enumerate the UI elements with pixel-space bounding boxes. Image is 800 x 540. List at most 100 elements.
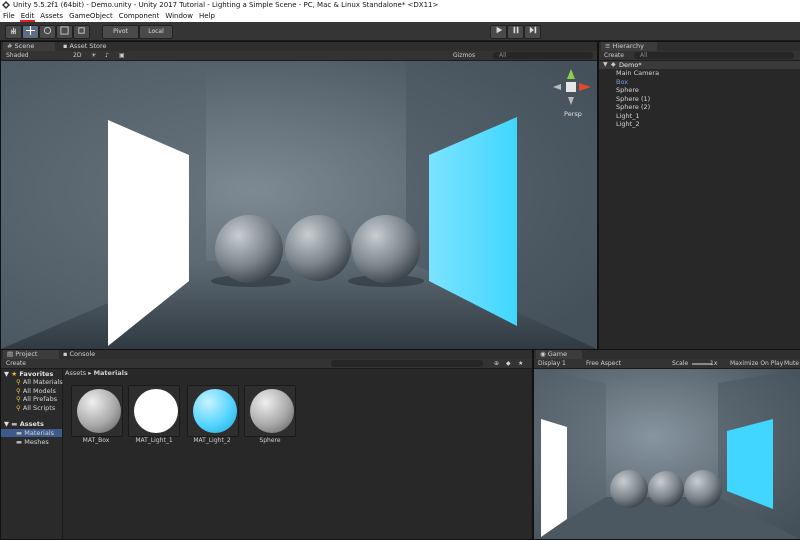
rotate-tool-button[interactable]: [39, 25, 56, 39]
rect-icon: [78, 27, 85, 34]
asset-label: MAT_Light_1: [135, 437, 173, 444]
window-title-bar: Unity 5.5.2f1 (64bit) - Demo.unity - Uni…: [0, 0, 800, 11]
rotate-icon: [43, 26, 52, 35]
filter-by-type-icon[interactable]: ⊕: [494, 359, 499, 368]
hierarchy-item-box[interactable]: Box: [616, 78, 659, 87]
material-preview-sphere: [77, 389, 121, 433]
favorite-all-prefabs[interactable]: ⚲ All Prefabs: [16, 395, 63, 404]
project-folder-tree: ▼ ★ Favorites ⚲ All Materials ⚲ All Mode…: [1, 369, 63, 539]
folder-icon: ▬: [16, 437, 23, 446]
scene-search-input[interactable]: All: [493, 52, 593, 59]
aspect-dropdown[interactable]: Free Aspect: [586, 359, 621, 368]
expand-arrow-icon[interactable]: ▼: [4, 370, 9, 378]
asset-tile-mat-box[interactable]: [71, 385, 123, 437]
2d-toggle[interactable]: 2D: [73, 51, 81, 60]
tab-project[interactable]: ▤ Project: [3, 350, 59, 359]
search-icon: ⚲: [16, 395, 21, 404]
hierarchy-item-sphere[interactable]: Sphere: [616, 86, 659, 95]
project-search-input[interactable]: [331, 360, 483, 367]
hierarchy-item-main-camera[interactable]: Main Camera: [616, 69, 659, 78]
menu-help[interactable]: Help: [196, 11, 218, 22]
material-preview-sphere: [250, 389, 294, 433]
hierarchy-item-sphere-1[interactable]: Sphere (1): [616, 95, 659, 104]
menu-edit[interactable]: Edit: [18, 11, 38, 22]
asset-tile-mat-light-2[interactable]: [187, 385, 239, 437]
maximize-on-play-toggle[interactable]: Maximize On Play: [730, 359, 783, 368]
favorites-header[interactable]: ▼ ★ Favorites: [4, 370, 53, 378]
favorite-all-scripts[interactable]: ⚲ All Scripts: [16, 404, 63, 413]
tab-asset-store[interactable]: ▪ Asset Store: [59, 42, 117, 51]
console-tab-icon: ▪: [63, 350, 68, 358]
sphere-object[interactable]: [352, 215, 420, 283]
project-create-dropdown[interactable]: Create: [6, 359, 26, 368]
lighting-toggle-icon[interactable]: ☀: [91, 51, 96, 60]
audio-toggle-icon[interactable]: ♪: [105, 51, 109, 60]
tab-hierarchy-label: Hierarchy: [612, 42, 644, 50]
hierarchy-item-light-1[interactable]: Light_1: [616, 112, 659, 121]
scene-header-row[interactable]: ▼ ◆ Demo*: [599, 61, 800, 69]
main-toolbar: Pivot Local: [0, 22, 800, 41]
favorite-all-materials[interactable]: ⚲ All Materials: [16, 378, 63, 387]
menu-gameobject[interactable]: GameObject: [66, 11, 116, 22]
folder-meshes[interactable]: ▬ Meshes: [16, 438, 54, 447]
local-toggle[interactable]: Local: [139, 25, 173, 39]
shading-mode-dropdown[interactable]: Shaded: [6, 51, 29, 60]
hierarchy-create-dropdown[interactable]: Create: [604, 51, 624, 60]
move-tool-button[interactable]: [22, 25, 39, 39]
hierarchy-tab-icon: ≡: [605, 42, 611, 50]
gizmos-dropdown[interactable]: Gizmos: [453, 51, 475, 60]
game-viewport[interactable]: [534, 369, 800, 539]
scale-icon: [60, 26, 69, 35]
filter-by-label-icon[interactable]: ◆: [506, 359, 511, 368]
move-icon: [26, 26, 35, 35]
menu-window[interactable]: Window: [162, 11, 196, 22]
pivot-toggle[interactable]: Pivot: [102, 25, 139, 39]
display-dropdown[interactable]: Display 1: [538, 359, 566, 368]
sphere-object[interactable]: [285, 215, 351, 281]
sphere-object[interactable]: [215, 215, 283, 283]
tab-console[interactable]: ▪ Console: [59, 350, 107, 359]
expand-arrow-icon[interactable]: ▼: [603, 61, 608, 69]
tab-scene[interactable]: # Scene: [3, 42, 55, 51]
local-label: Local: [148, 28, 164, 35]
play-button[interactable]: [490, 25, 507, 39]
scale-value: 1x: [710, 360, 718, 367]
hand-tool-button[interactable]: [5, 25, 22, 39]
menu-file[interactable]: File: [0, 11, 18, 22]
breadcrumb: Assets ▸ Materials: [65, 369, 128, 378]
scale-tool-button[interactable]: [56, 25, 73, 39]
mute-audio-toggle[interactable]: Mute: [784, 359, 799, 368]
project-tab-icon: ▤: [7, 350, 14, 358]
asset-tile-mat-light-1[interactable]: [128, 385, 180, 437]
effects-toggle-icon[interactable]: ▣: [119, 51, 125, 60]
persp-label: Persp: [564, 110, 582, 118]
scene-viewport[interactable]: Persp: [1, 61, 597, 349]
favorite-all-models[interactable]: ⚲ All Models: [16, 387, 63, 396]
rect-tool-button[interactable]: [73, 25, 90, 39]
hierarchy-item-light-2[interactable]: Light_2: [616, 120, 659, 129]
step-button[interactable]: [524, 25, 541, 39]
menu-component[interactable]: Component: [116, 11, 163, 22]
step-icon: [529, 26, 536, 34]
folder-icon: ▬: [11, 420, 18, 428]
sphere-object: [610, 470, 648, 508]
pivot-label: Pivot: [113, 28, 128, 35]
folder-materials[interactable]: ▬ Materials: [16, 429, 54, 438]
favorite-label: All Models: [22, 386, 56, 395]
unity-scene-icon: ◆: [611, 61, 616, 68]
hierarchy-search-input[interactable]: All: [634, 52, 794, 59]
assets-title: Assets: [19, 420, 44, 428]
tab-game[interactable]: ◉ Game: [536, 350, 582, 359]
menu-assets[interactable]: Assets: [37, 11, 66, 22]
hierarchy-item-sphere-2[interactable]: Sphere (2): [616, 103, 659, 112]
scale-slider[interactable]: [692, 363, 712, 365]
breadcrumb-materials[interactable]: Materials: [94, 369, 128, 377]
tab-asset-store-label: Asset Store: [69, 42, 107, 50]
pause-button[interactable]: [507, 25, 524, 39]
breadcrumb-assets[interactable]: Assets: [65, 369, 86, 377]
asset-tile-sphere[interactable]: [244, 385, 296, 437]
tab-hierarchy[interactable]: ≡ Hierarchy: [601, 42, 657, 51]
favorite-search-icon[interactable]: ★: [518, 359, 523, 368]
assets-header[interactable]: ▼ ▬ Assets: [4, 420, 44, 428]
expand-arrow-icon[interactable]: ▼: [4, 420, 9, 428]
